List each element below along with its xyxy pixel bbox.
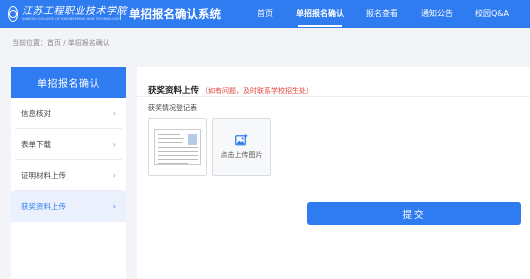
- sidebar-item-label: 表单下载: [21, 139, 51, 149]
- school-name: 江苏工程职业技术学院: [22, 5, 127, 17]
- nav-home[interactable]: 首页: [257, 0, 273, 28]
- breadcrumb: 当前位置：首页 / 单招报名确认: [12, 39, 110, 47]
- school-emblem-icon: [8, 6, 18, 22]
- chevron-right-icon: ›: [112, 202, 116, 211]
- nav-registration-confirm[interactable]: 单招报名确认: [296, 0, 344, 28]
- image-upload-button[interactable]: 点击上传图片: [212, 118, 271, 176]
- nav-registration-view[interactable]: 报名查看: [366, 0, 398, 28]
- document-preview: [154, 129, 201, 165]
- sidebar-item-proof-upload[interactable]: 证明材料上传 ›: [15, 160, 122, 191]
- sidebar-item-info-check[interactable]: 信息核对 ›: [15, 98, 122, 129]
- sidebar-item-form-download[interactable]: 表单下载 ›: [15, 129, 122, 160]
- school-logo[interactable]: 江苏工程职业技术学院 JIANGSU COLLEGE OF ENGINEERIN…: [8, 5, 127, 23]
- nav-campus-qa[interactable]: 校园Q&A: [475, 0, 509, 28]
- header-divider: [120, 8, 121, 20]
- top-navigation-bar: 江苏工程职业技术学院 JIANGSU COLLEGE OF ENGINEERIN…: [0, 0, 530, 28]
- school-name-english: JIANGSU COLLEGE OF ENGINEERING AND TECHN…: [22, 16, 120, 21]
- section-title: 获奖资料上传: [148, 86, 200, 96]
- sidebar-item-label: 证明材料上传: [21, 170, 66, 180]
- nav-announcements[interactable]: 通知公告: [421, 0, 453, 28]
- chevron-right-icon: ›: [112, 108, 116, 118]
- upload-label: 点击上传图片: [220, 151, 263, 159]
- title-divider: [137, 96, 530, 97]
- award-form-label: 获奖情况登记表: [148, 104, 197, 112]
- image-upload-icon: [235, 134, 248, 146]
- sidebar: 单招报名确认 信息核对 › 表单下载 › 证明材料上传 › 获奖资料上传 ›: [11, 67, 126, 279]
- sidebar-header: 单招报名确认: [11, 67, 126, 98]
- sidebar-item-label: 信息核对: [21, 108, 51, 118]
- sidebar-item-label: 获奖资料上传: [21, 202, 66, 211]
- main-panel: 获奖资料上传 （如有问题，及时联系学校招生处） 获奖情况登记表 点击上传图片 提交: [137, 67, 530, 279]
- nav-registration-confirm-label: 单招报名确认: [296, 9, 344, 18]
- uploaded-image-thumbnail[interactable]: [148, 118, 207, 176]
- sidebar-item-award-upload[interactable]: 获奖资料上传 ›: [11, 191, 126, 222]
- section-title-row: 获奖资料上传 （如有问题，及时联系学校招生处）: [148, 78, 313, 97]
- contact-hint: （如有问题，及时联系学校招生处）: [201, 87, 314, 95]
- submit-button[interactable]: 提交: [307, 202, 521, 225]
- photo-placeholder: [188, 134, 197, 145]
- chevron-right-icon: ›: [112, 170, 116, 180]
- system-title: 单招报名确认系统: [129, 7, 221, 21]
- chevron-right-icon: ›: [112, 139, 116, 149]
- active-nav-indicator: [298, 25, 342, 27]
